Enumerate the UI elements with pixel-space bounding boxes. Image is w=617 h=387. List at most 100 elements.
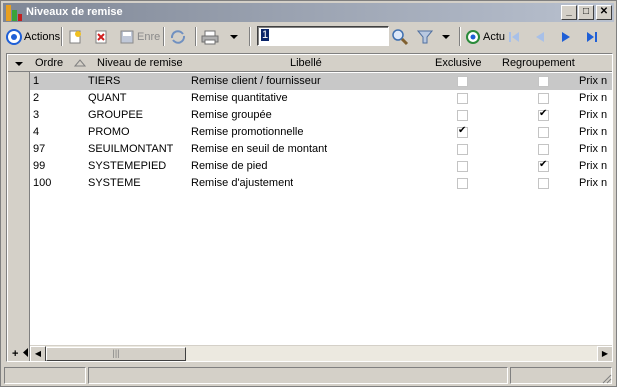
chevron-down-icon	[442, 34, 450, 39]
column-header-exclusive[interactable]: Exclusive	[435, 55, 481, 72]
print-button[interactable]	[201, 26, 219, 47]
cell-niveau: PROMO	[88, 126, 130, 138]
next-record-icon	[562, 31, 570, 42]
regroupement-checkbox[interactable]	[538, 76, 549, 87]
regroupement-checkbox[interactable]	[538, 159, 549, 172]
column-header-niveau[interactable]: Niveau de remise	[97, 55, 183, 72]
actions-button[interactable]: Actions	[6, 26, 60, 47]
cell-libelle: Remise de pied	[191, 160, 268, 172]
status-panel-1	[4, 367, 86, 384]
status-bar	[3, 366, 614, 385]
search-input[interactable]: 1	[257, 26, 389, 46]
table-row[interactable]: 4 PROMO Remise promotionnelle Prix n	[30, 124, 612, 141]
exclusive-checkbox[interactable]	[457, 110, 468, 121]
table-row[interactable]: 2 QUANT Remise quantitative Prix n	[30, 90, 612, 107]
cell-libelle: Remise groupée	[191, 109, 272, 121]
cell-prix: Prix n	[579, 143, 608, 155]
cell-libelle: Remise en seuil de montant	[191, 143, 328, 155]
refresh-icon	[466, 29, 480, 44]
chevron-down-icon	[230, 34, 238, 39]
column-header-ordre[interactable]: Ordre	[35, 55, 63, 72]
cell-ordre: 4	[33, 126, 40, 138]
save-label: Enre	[137, 30, 161, 43]
filter-button[interactable]	[417, 26, 433, 47]
cell-niveau: QUANT	[88, 92, 127, 104]
table-row[interactable]: 99 SYSTEMEPIED Remise de pied Prix n	[30, 158, 612, 175]
scroll-left-button[interactable]: ◀	[30, 346, 46, 361]
chevron-down-icon	[15, 62, 23, 66]
new-button[interactable]	[67, 26, 83, 47]
cell-prix: Prix n	[579, 75, 608, 87]
regroupement-checkbox[interactable]	[538, 178, 549, 189]
horizontal-scrollbar[interactable]: ◀ ||| ▶	[30, 345, 612, 361]
cell-prix: Prix n	[579, 109, 608, 121]
table-row[interactable]: 97 SEUILMONTANT Remise en seuil de montant…	[30, 141, 612, 158]
printer-icon	[201, 30, 219, 44]
title-bar[interactable]: Niveaux de remise _ □ ✕	[3, 3, 614, 22]
exclusive-checkbox[interactable]	[457, 144, 468, 155]
refresh-button[interactable]: Actu	[465, 26, 505, 47]
sync-icon	[170, 29, 186, 44]
cell-libelle: Remise client / fournisseur	[191, 75, 321, 87]
scroll-right-button[interactable]: ▶	[597, 346, 612, 361]
new-document-icon	[69, 30, 81, 43]
table-row[interactable]: 100 SYSTEME Remise d'ajustement Prix n	[30, 175, 612, 192]
delete-button[interactable]	[93, 26, 109, 47]
exclusive-checkbox[interactable]	[457, 93, 468, 104]
table-row[interactable]: 1 TIERS Remise client / fournisseur Prix n	[30, 73, 612, 90]
status-panel-3	[510, 367, 612, 384]
magnifier-icon	[392, 28, 409, 45]
exclusive-checkbox[interactable]	[457, 161, 468, 172]
cell-niveau: SYSTEME	[88, 177, 141, 189]
resize-grip-icon[interactable]	[600, 372, 612, 384]
minimize-button[interactable]: _	[561, 5, 577, 20]
cell-ordre: 2	[33, 92, 40, 104]
scroll-thumb[interactable]: |||	[46, 347, 186, 361]
print-dropdown[interactable]	[229, 26, 239, 47]
maximize-button[interactable]: □	[578, 5, 594, 20]
regroupement-checkbox[interactable]	[538, 127, 549, 138]
previous-record-button[interactable]	[532, 26, 548, 47]
cell-niveau: TIERS	[88, 75, 121, 87]
exclusive-checkbox[interactable]	[457, 76, 468, 87]
cell-libelle: Remise quantitative	[191, 92, 288, 104]
regroupement-checkbox[interactable]	[538, 144, 549, 155]
first-record-button[interactable]	[506, 26, 522, 47]
cell-ordre: 100	[33, 177, 52, 189]
cell-libelle: Remise d'ajustement	[191, 177, 294, 189]
next-record-button[interactable]	[558, 26, 574, 47]
cell-prix: Prix n	[579, 92, 608, 104]
regroupement-checkbox[interactable]	[538, 93, 549, 104]
scroll-left-small-icon[interactable]	[23, 348, 29, 357]
actions-label: Actions	[24, 30, 61, 43]
close-button[interactable]: ✕	[596, 5, 612, 20]
cell-niveau: GROUPEE	[88, 109, 144, 121]
sync-button[interactable]	[169, 26, 187, 47]
first-record-icon	[509, 31, 519, 42]
sort-ascending-icon	[73, 55, 87, 72]
window-title: Niveaux de remise	[26, 6, 123, 18]
grid-header: Ordre Niveau de remise Libellé Exclusive…	[8, 55, 612, 72]
cell-prix: Prix n	[579, 177, 608, 189]
last-record-button[interactable]	[584, 26, 600, 47]
cell-prix: Prix n	[579, 160, 608, 172]
search-button[interactable]	[391, 26, 409, 47]
table-row[interactable]: 3 GROUPEE Remise groupée Prix n	[30, 107, 612, 124]
exclusive-checkbox[interactable]	[457, 178, 468, 189]
column-header-regroupement[interactable]: Regroupement	[502, 55, 575, 72]
filter-dropdown[interactable]	[441, 26, 451, 47]
cell-ordre: 3	[33, 109, 40, 121]
save-button[interactable]: Enre	[119, 26, 160, 47]
cell-niveau: SYSTEMEPIED	[88, 160, 167, 172]
refresh-label: Actu	[483, 30, 506, 43]
search-value: 1	[261, 29, 270, 41]
exclusive-checkbox[interactable]	[457, 125, 468, 138]
column-header-libelle[interactable]: Libellé	[290, 55, 322, 72]
add-row-button[interactable]: +	[12, 348, 18, 360]
row-selector-gutter[interactable]	[8, 55, 30, 361]
column-chooser[interactable]	[8, 55, 30, 72]
funnel-icon	[417, 30, 433, 43]
cell-libelle: Remise promotionnelle	[191, 126, 304, 138]
cell-niveau: SEUILMONTANT	[88, 143, 174, 155]
regroupement-checkbox[interactable]	[538, 108, 549, 121]
